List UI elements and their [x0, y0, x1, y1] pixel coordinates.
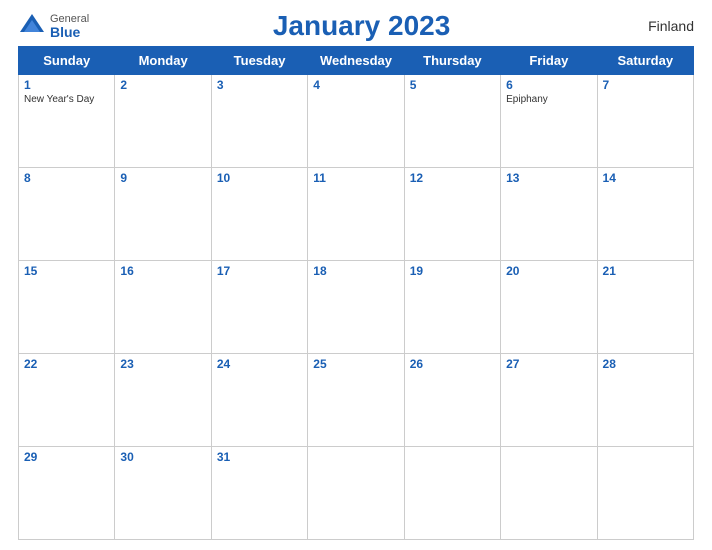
day-number: 5	[410, 78, 495, 92]
calendar-day-cell: 27	[501, 354, 597, 447]
calendar-day-cell: 21	[597, 261, 693, 354]
day-number: 25	[313, 357, 398, 371]
day-number: 31	[217, 450, 302, 464]
calendar-day-cell: 22	[19, 354, 115, 447]
calendar-day-cell	[404, 447, 500, 540]
calendar-day-cell: 4	[308, 75, 404, 168]
day-number: 8	[24, 171, 109, 185]
weekday-header-tuesday: Tuesday	[211, 47, 307, 75]
day-number: 2	[120, 78, 205, 92]
day-number: 26	[410, 357, 495, 371]
weekday-header-sunday: Sunday	[19, 47, 115, 75]
day-number: 30	[120, 450, 205, 464]
calendar-day-cell: 1 New Year's Day	[19, 75, 115, 168]
weekday-header-friday: Friday	[501, 47, 597, 75]
calendar-day-cell: 11	[308, 168, 404, 261]
calendar-week-row: 29 30 31	[19, 447, 694, 540]
weekday-header-monday: Monday	[115, 47, 211, 75]
calendar-week-row: 15 16 17 18 19 20 21	[19, 261, 694, 354]
country-label: Finland	[634, 18, 694, 34]
holiday-label: Epiphany	[506, 94, 591, 105]
calendar-day-cell	[597, 447, 693, 540]
calendar-day-cell: 17	[211, 261, 307, 354]
calendar-day-cell: 7	[597, 75, 693, 168]
day-number: 1	[24, 78, 109, 92]
calendar-day-cell: 12	[404, 168, 500, 261]
day-number: 14	[603, 171, 688, 185]
calendar-day-cell: 8	[19, 168, 115, 261]
day-number: 24	[217, 357, 302, 371]
calendar-title: January 2023	[89, 10, 634, 42]
day-number: 10	[217, 171, 302, 185]
day-number: 6	[506, 78, 591, 92]
calendar-week-row: 22 23 24 25 26 27 28	[19, 354, 694, 447]
calendar-day-cell: 30	[115, 447, 211, 540]
calendar-day-cell: 20	[501, 261, 597, 354]
holiday-label: New Year's Day	[24, 94, 109, 105]
day-number: 22	[24, 357, 109, 371]
calendar-day-cell: 13	[501, 168, 597, 261]
day-number: 15	[24, 264, 109, 278]
calendar-day-cell: 10	[211, 168, 307, 261]
day-number: 20	[506, 264, 591, 278]
calendar-day-cell: 29	[19, 447, 115, 540]
day-number: 28	[603, 357, 688, 371]
day-number: 9	[120, 171, 205, 185]
calendar-day-cell: 25	[308, 354, 404, 447]
calendar-day-cell: 23	[115, 354, 211, 447]
weekday-header-row: SundayMondayTuesdayWednesdayThursdayFrid…	[19, 47, 694, 75]
day-number: 7	[603, 78, 688, 92]
calendar-day-cell	[501, 447, 597, 540]
calendar-day-cell: 14	[597, 168, 693, 261]
weekday-header-saturday: Saturday	[597, 47, 693, 75]
calendar-day-cell: 2	[115, 75, 211, 168]
calendar-day-cell: 18	[308, 261, 404, 354]
calendar-day-cell: 24	[211, 354, 307, 447]
day-number: 17	[217, 264, 302, 278]
day-number: 18	[313, 264, 398, 278]
calendar-day-cell: 26	[404, 354, 500, 447]
day-number: 3	[217, 78, 302, 92]
top-bar: General Blue January 2023 Finland	[18, 10, 694, 42]
day-number: 16	[120, 264, 205, 278]
day-number: 21	[603, 264, 688, 278]
logo-general-label: General	[50, 14, 89, 25]
day-number: 12	[410, 171, 495, 185]
weekday-header-wednesday: Wednesday	[308, 47, 404, 75]
logo-text: General Blue	[50, 14, 89, 39]
day-number: 23	[120, 357, 205, 371]
day-number: 27	[506, 357, 591, 371]
logo-blue-label: Blue	[50, 25, 89, 39]
calendar-day-cell	[308, 447, 404, 540]
day-number: 11	[313, 171, 398, 185]
weekday-header-thursday: Thursday	[404, 47, 500, 75]
day-number: 4	[313, 78, 398, 92]
calendar-day-cell: 6 Epiphany	[501, 75, 597, 168]
calendar-table: SundayMondayTuesdayWednesdayThursdayFrid…	[18, 46, 694, 540]
calendar-day-cell: 28	[597, 354, 693, 447]
calendar-day-cell: 15	[19, 261, 115, 354]
calendar-day-cell: 31	[211, 447, 307, 540]
calendar-week-row: 89 10 11 12 13 14	[19, 168, 694, 261]
calendar-day-cell: 3	[211, 75, 307, 168]
logo-icon	[18, 12, 46, 40]
calendar-day-cell: 5	[404, 75, 500, 168]
day-number: 19	[410, 264, 495, 278]
day-number: 29	[24, 450, 109, 464]
day-number: 13	[506, 171, 591, 185]
calendar-day-cell: 9	[115, 168, 211, 261]
calendar-day-cell: 19	[404, 261, 500, 354]
logo: General Blue	[18, 12, 89, 40]
calendar-week-row: 1 New Year's Day 23456 Epiphany 7	[19, 75, 694, 168]
calendar-day-cell: 16	[115, 261, 211, 354]
